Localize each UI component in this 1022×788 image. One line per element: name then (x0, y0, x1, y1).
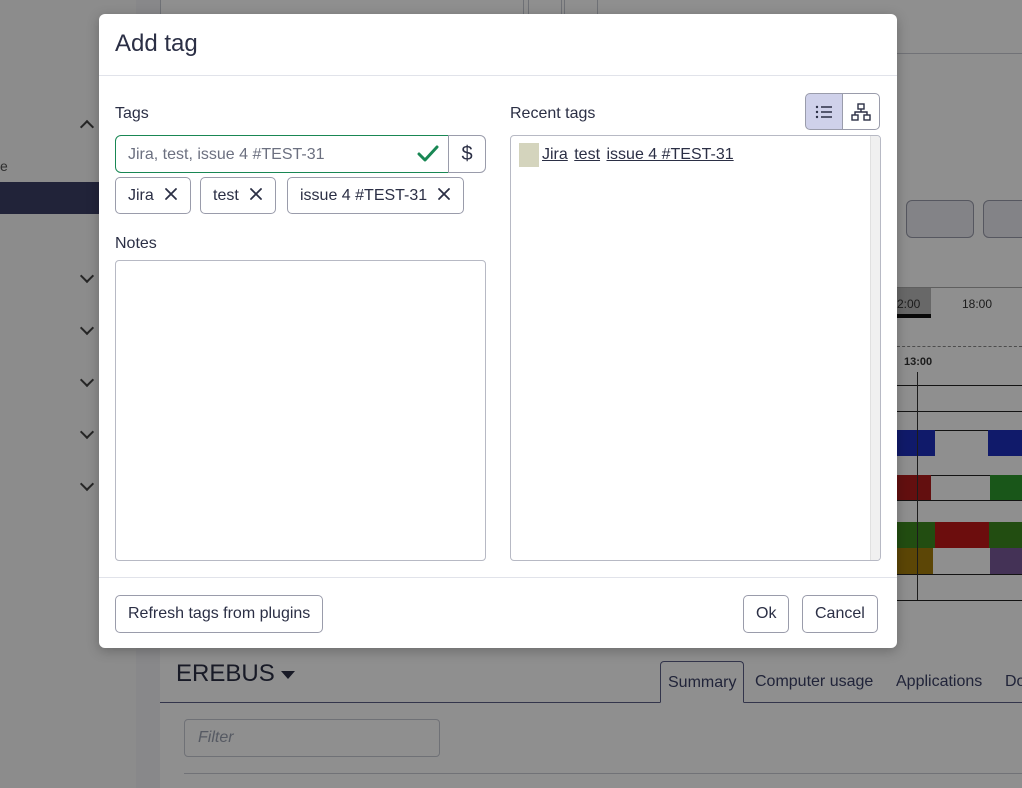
tags-label: Tags (115, 105, 149, 122)
scrollbar[interactable] (870, 136, 880, 560)
remove-tag-icon[interactable] (249, 187, 263, 201)
remove-tag-icon[interactable] (437, 187, 451, 201)
dialog-title: Add tag (115, 30, 198, 57)
dialog-footer: Refresh tags from plugins Ok Cancel (99, 577, 897, 648)
notes-label: Notes (115, 235, 157, 252)
add-tag-dialog: Add tag Tags Jira, test, issue 4 #TEST-3… (99, 14, 897, 648)
hierarchy-icon (851, 102, 871, 121)
tags-input[interactable]: Jira, test, issue 4 #TEST-31 (115, 135, 449, 173)
billable-button[interactable]: $ (448, 135, 486, 173)
refresh-tags-button[interactable]: Refresh tags from plugins (115, 595, 324, 633)
tag-chip: issue 4 #TEST-31 (287, 177, 465, 214)
remove-tag-icon[interactable] (164, 187, 178, 201)
cancel-button[interactable]: Cancel (802, 595, 878, 633)
tag-chip-label: test (213, 187, 239, 204)
notes-textarea[interactable] (115, 260, 486, 561)
recent-tags-label: Recent tags (510, 105, 596, 122)
tag-color-swatch (519, 143, 539, 167)
recent-tag-link[interactable]: test (574, 146, 600, 163)
check-icon (417, 145, 439, 162)
list-view-button[interactable] (805, 93, 843, 130)
tree-view-button[interactable] (842, 93, 880, 130)
ok-button[interactable]: Ok (743, 595, 790, 633)
recent-tag-link[interactable]: issue 4 #TEST-31 (606, 146, 733, 163)
tag-chip-label: Jira (128, 187, 154, 204)
list-icon (815, 105, 832, 118)
tag-chip-label: issue 4 #TEST-31 (300, 187, 428, 204)
tag-chip: Jira (115, 177, 191, 214)
recent-tags-list: Jira test issue 4 #TEST-31 (510, 135, 881, 561)
recent-tag-row[interactable]: Jira test issue 4 #TEST-31 (519, 143, 736, 167)
recent-tag-link[interactable]: Jira (542, 146, 568, 163)
tag-chip: test (200, 177, 276, 214)
dialog-header: Add tag (99, 14, 897, 76)
